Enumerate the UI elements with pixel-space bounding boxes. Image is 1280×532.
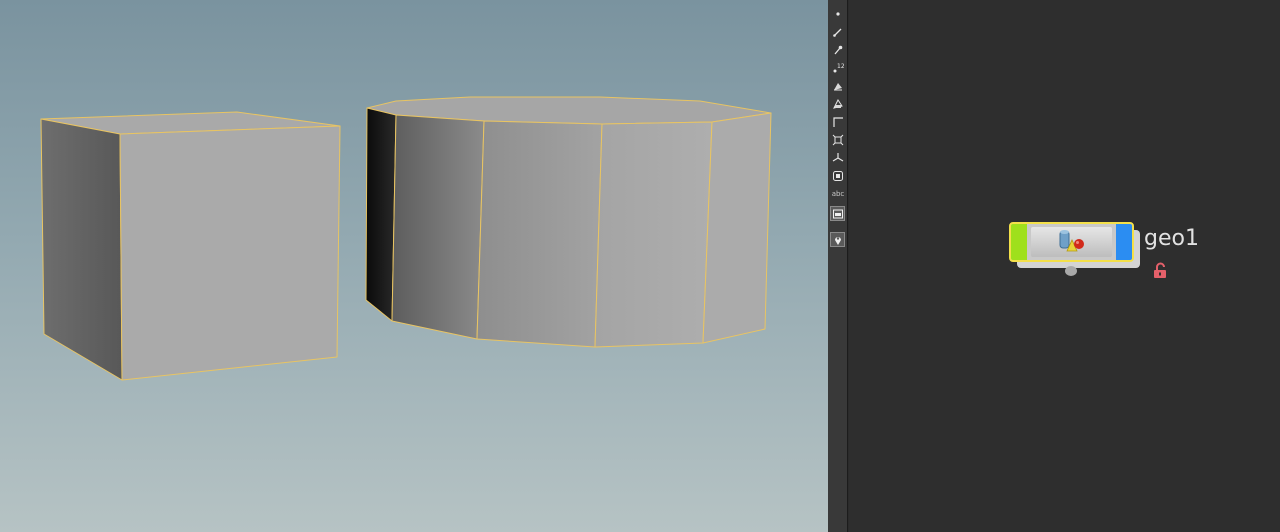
pin-icon[interactable] [831,43,845,57]
node-icon-area [1031,227,1112,257]
cylinder-face-2 [391,114,485,340]
node-name-label[interactable]: geo1 [1144,226,1199,251]
node-output-connector[interactable] [1065,266,1077,276]
display-flag[interactable] [1116,224,1132,260]
viewport-display-toolbar: 12 abc [828,0,848,532]
dot-icon[interactable] [831,7,845,21]
svg-text:12: 12 [837,63,844,70]
corner-icon[interactable] [831,115,845,129]
box-object[interactable] [40,111,341,381]
template-flag[interactable] [1011,224,1027,260]
box-left-face [40,118,123,381]
shade-wire-icon[interactable] [831,97,845,111]
cylinder-face-4 [594,121,713,348]
node-body[interactable] [1009,222,1134,262]
box-front-face [119,125,341,381]
stop-icon[interactable] [831,169,845,183]
display-options-icon[interactable] [830,206,845,221]
location-pin-icon[interactable] [830,232,845,247]
scene-viewport[interactable] [0,0,828,532]
cylinder-face-3 [476,120,603,348]
shade-icon[interactable] [831,79,845,93]
network-editor[interactable]: geo1 [849,0,1280,532]
bounding-box-icon[interactable] [831,133,845,147]
cylinder-face-5 [702,112,772,344]
geometry-node-icon [1059,230,1084,252]
brush-icon[interactable] [831,25,845,39]
abc-label[interactable]: abc [829,190,847,198]
cylinder-object[interactable] [365,96,772,348]
unlock-icon[interactable] [1152,262,1170,280]
point-numbers-icon[interactable]: 12 [831,61,845,75]
scene-geometry [40,96,772,381]
axes-icon[interactable] [831,151,845,165]
cylinder-face-1 [365,107,397,322]
geo1-node[interactable] [1009,222,1140,268]
